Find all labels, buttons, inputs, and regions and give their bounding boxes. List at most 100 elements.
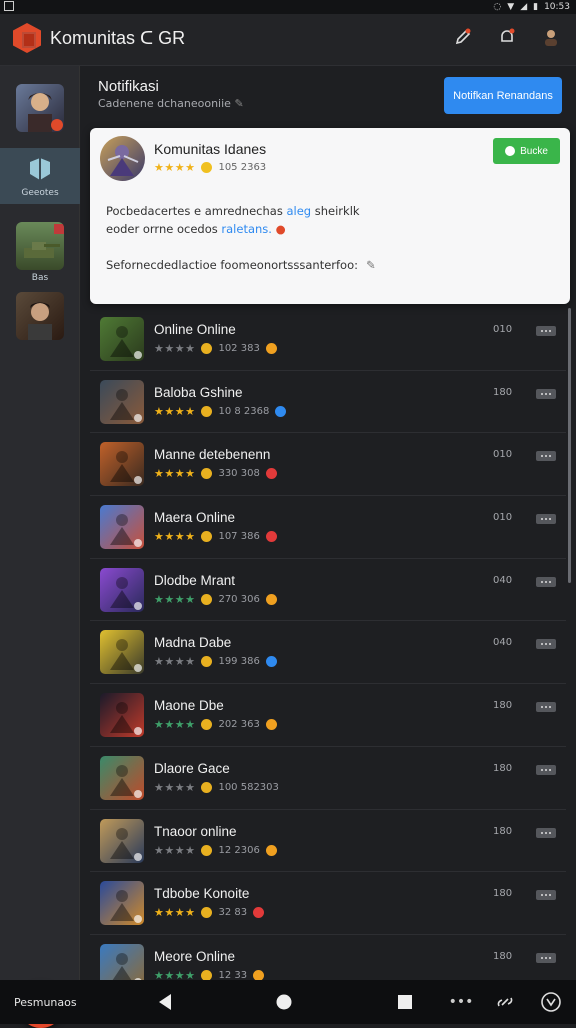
- home-icon[interactable]: [273, 991, 295, 1013]
- more-options-icon[interactable]: [536, 576, 556, 587]
- list-item[interactable]: Madna Dabe ★★★★ 199 386 040: [90, 621, 566, 685]
- more-options-icon[interactable]: [536, 639, 556, 650]
- link-icon[interactable]: [494, 991, 516, 1013]
- status-badge: [265, 593, 277, 605]
- rating-stars: ★★★★: [154, 843, 196, 857]
- edit-icon[interactable]: [452, 26, 474, 48]
- rating-stars: ★★★★: [154, 467, 196, 481]
- profile-avatar-icon: [16, 84, 64, 132]
- online-count: 180: [493, 950, 513, 962]
- rating-stars: ★★★★: [154, 592, 196, 606]
- assistant-icon[interactable]: [540, 991, 562, 1013]
- player-count: 10 8 2368: [218, 405, 270, 417]
- battery-icon: ▮: [533, 2, 539, 12]
- sidebar-item-community[interactable]: Geeotes: [0, 148, 80, 204]
- player-count: 202 363: [218, 719, 260, 731]
- list-item[interactable]: Tdbobe Konoite ★★★★ 32 83 180: [90, 872, 566, 935]
- player-count: 199 386: [218, 656, 260, 668]
- more-options-icon[interactable]: [536, 827, 556, 838]
- player-count: 107 386: [218, 531, 260, 543]
- game-meta: ★★★★ 10 8 2368: [154, 405, 287, 418]
- game-title: Maera Online: [154, 510, 236, 526]
- coin-icon: [201, 405, 213, 417]
- community-note: Sefornecdedlactioe foomeonortsssanterfoo…: [106, 258, 376, 272]
- more-options-icon[interactable]: [536, 764, 556, 775]
- more-options-icon[interactable]: [536, 702, 556, 713]
- pencil-icon: ✎: [234, 97, 244, 110]
- scrollbar[interactable]: [568, 308, 571, 583]
- game-title: Dlaore Gace: [154, 760, 230, 776]
- rating-stars: ★★★★: [154, 161, 196, 174]
- sidebar-item-profile[interactable]: [0, 78, 80, 138]
- notification-bell-icon[interactable]: [496, 26, 518, 48]
- list-item[interactable]: Baloba Gshine ★★★★ 10 8 2368 180: [90, 371, 566, 434]
- more-icon[interactable]: •••: [449, 991, 474, 1013]
- list-item[interactable]: Maone Dbe ★★★★ 202 363 180: [90, 684, 566, 747]
- coin-icon: [201, 781, 213, 793]
- game-meta: ★★★★ 12 2306: [154, 844, 277, 857]
- list-item[interactable]: Dlodbe Mrant ★★★★ 270 306 040: [90, 559, 566, 622]
- more-options-icon[interactable]: [536, 326, 556, 336]
- online-count: 180: [493, 825, 513, 837]
- player-count: 32 83: [218, 907, 248, 919]
- online-count: 040: [493, 637, 513, 649]
- notification-icon: [4, 1, 14, 11]
- description-text: eoder orrne ocedos: [106, 222, 218, 236]
- game-list: Online Online ★★★★ 102 383 010 Baloba Gs…: [90, 308, 566, 998]
- list-item[interactable]: Online Online ★★★★ 102 383 010: [90, 308, 566, 371]
- game-title: Online Online: [154, 322, 236, 337]
- status-badge: [265, 531, 277, 543]
- game-thumbnail: [100, 567, 144, 612]
- description-tag[interactable]: aleg: [286, 204, 311, 218]
- sidebar-item-player[interactable]: [0, 286, 80, 346]
- sidebar-item-label: Bas: [31, 273, 49, 283]
- status-badge: [265, 343, 277, 354]
- game-thumbnail: [100, 630, 144, 675]
- game-meta: ★★★★ 199 386: [154, 655, 277, 668]
- tank-game-icon: [16, 222, 64, 270]
- list-item[interactable]: Maera Online ★★★★ 107 386 010: [90, 496, 566, 559]
- game-title: Dlodbe Mrant: [154, 572, 236, 588]
- description-tag[interactable]: raletans.: [221, 222, 272, 236]
- list-item[interactable]: Manne detebenenn ★★★★ 330 308 010: [90, 433, 566, 497]
- game-title: Tnaoor online: [154, 823, 237, 839]
- rating-stars: ★★★★: [154, 530, 196, 544]
- more-options-icon[interactable]: [536, 514, 556, 525]
- online-count: 180: [493, 386, 513, 398]
- back-icon[interactable]: [154, 991, 176, 1013]
- nav-label: Pesmunaos: [14, 996, 77, 1009]
- page-subtitle: Cadenene dchaneooniie ✎: [98, 97, 244, 110]
- rating-stars: ★★★★: [154, 655, 196, 669]
- online-count: 040: [493, 574, 513, 586]
- join-button[interactable]: Bucke: [493, 138, 560, 164]
- member-count: 105 2363: [218, 162, 267, 173]
- player-avatar-icon: [16, 292, 64, 340]
- featured-community-card[interactable]: Komunitas Idanes ★★★★ 105 2363 Bucke Poc…: [90, 128, 570, 304]
- community-title: Komunitas Idanes: [154, 141, 267, 157]
- pencil-icon[interactable]: ✎: [366, 258, 376, 272]
- list-item[interactable]: Tnaoor online ★★★★ 12 2306 180: [90, 810, 566, 873]
- online-count: 180: [493, 762, 513, 774]
- community-description: Pocbedacertes e amrednechas aleg sheirkl…: [106, 202, 436, 238]
- more-options-icon[interactable]: [536, 388, 556, 399]
- more-options-icon[interactable]: [536, 890, 556, 901]
- community-icon: [30, 158, 50, 180]
- player-count: 270 306: [218, 593, 260, 605]
- notify-button[interactable]: Notifkan Renandans: [444, 77, 562, 114]
- more-options-icon[interactable]: [536, 451, 556, 462]
- more-options-icon[interactable]: [536, 952, 556, 963]
- status-bar: ◌ ▼ ◢ ▮ 10:53: [0, 0, 576, 14]
- rating-stars: ★★★★: [154, 780, 196, 794]
- recents-icon[interactable]: [394, 991, 416, 1013]
- status-badge: [253, 907, 265, 919]
- game-thumbnail: [100, 317, 144, 361]
- app-title: Komunitas ᑕ GR: [50, 28, 186, 48]
- coin-icon: [201, 656, 213, 668]
- list-item[interactable]: Dlaore Gace ★★★★ 100 582303 180: [90, 747, 566, 810]
- sidebar-item-tank-game-inner: Bas: [0, 216, 80, 286]
- coin-icon: [201, 468, 213, 480]
- user-avatar[interactable]: [540, 26, 562, 48]
- game-thumbnail: [100, 818, 144, 863]
- sidebar-item-tank-game[interactable]: Bas: [0, 216, 80, 286]
- online-count: 180: [493, 888, 513, 900]
